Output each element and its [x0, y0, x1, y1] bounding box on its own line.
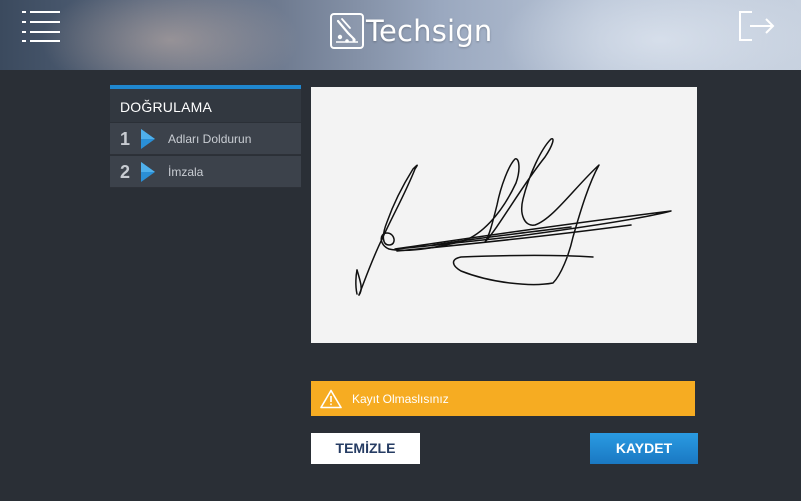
verification-steps-panel: DOĞRULAMA 1 Adları Doldurun 2 İmzala — [110, 85, 301, 193]
warning-banner: Kayıt Olmaslısınız — [311, 381, 695, 416]
hamburger-menu-icon — [22, 21, 60, 23]
warning-triangle-icon — [320, 389, 342, 408]
hamburger-menu-icon — [22, 31, 60, 33]
step-number: 2 — [119, 161, 130, 182]
hamburger-menu-icon — [22, 11, 60, 13]
techsign-logo-icon — [330, 13, 364, 49]
chevron-right-icon — [141, 129, 155, 149]
step-label: İmzala — [168, 165, 204, 179]
logout-button[interactable] — [738, 10, 776, 42]
hamburger-menu-icon — [22, 40, 60, 42]
clear-button[interactable]: TEMİZLE — [311, 433, 420, 464]
chevron-right-icon — [141, 162, 155, 182]
logout-icon — [739, 11, 775, 41]
signature-drawing — [355, 137, 672, 296]
techsign-logo: Techsign — [330, 10, 493, 52]
steps-title: DOĞRULAMA — [110, 89, 301, 122]
save-button[interactable]: KAYDET — [590, 433, 698, 464]
warning-text: Kayıt Olmaslısınız — [352, 391, 449, 406]
step-fill-names[interactable]: 1 Adları Doldurun — [110, 122, 301, 155]
logo-text: Techsign — [366, 14, 493, 48]
signature-pad[interactable] — [311, 87, 697, 343]
step-sign[interactable]: 2 İmzala — [110, 155, 301, 188]
step-label: Adları Doldurun — [168, 132, 252, 146]
app-header: Techsign — [0, 0, 801, 70]
header-background-blur — [40, 0, 300, 70]
step-number: 1 — [119, 128, 130, 149]
menu-button[interactable] — [22, 9, 60, 43]
